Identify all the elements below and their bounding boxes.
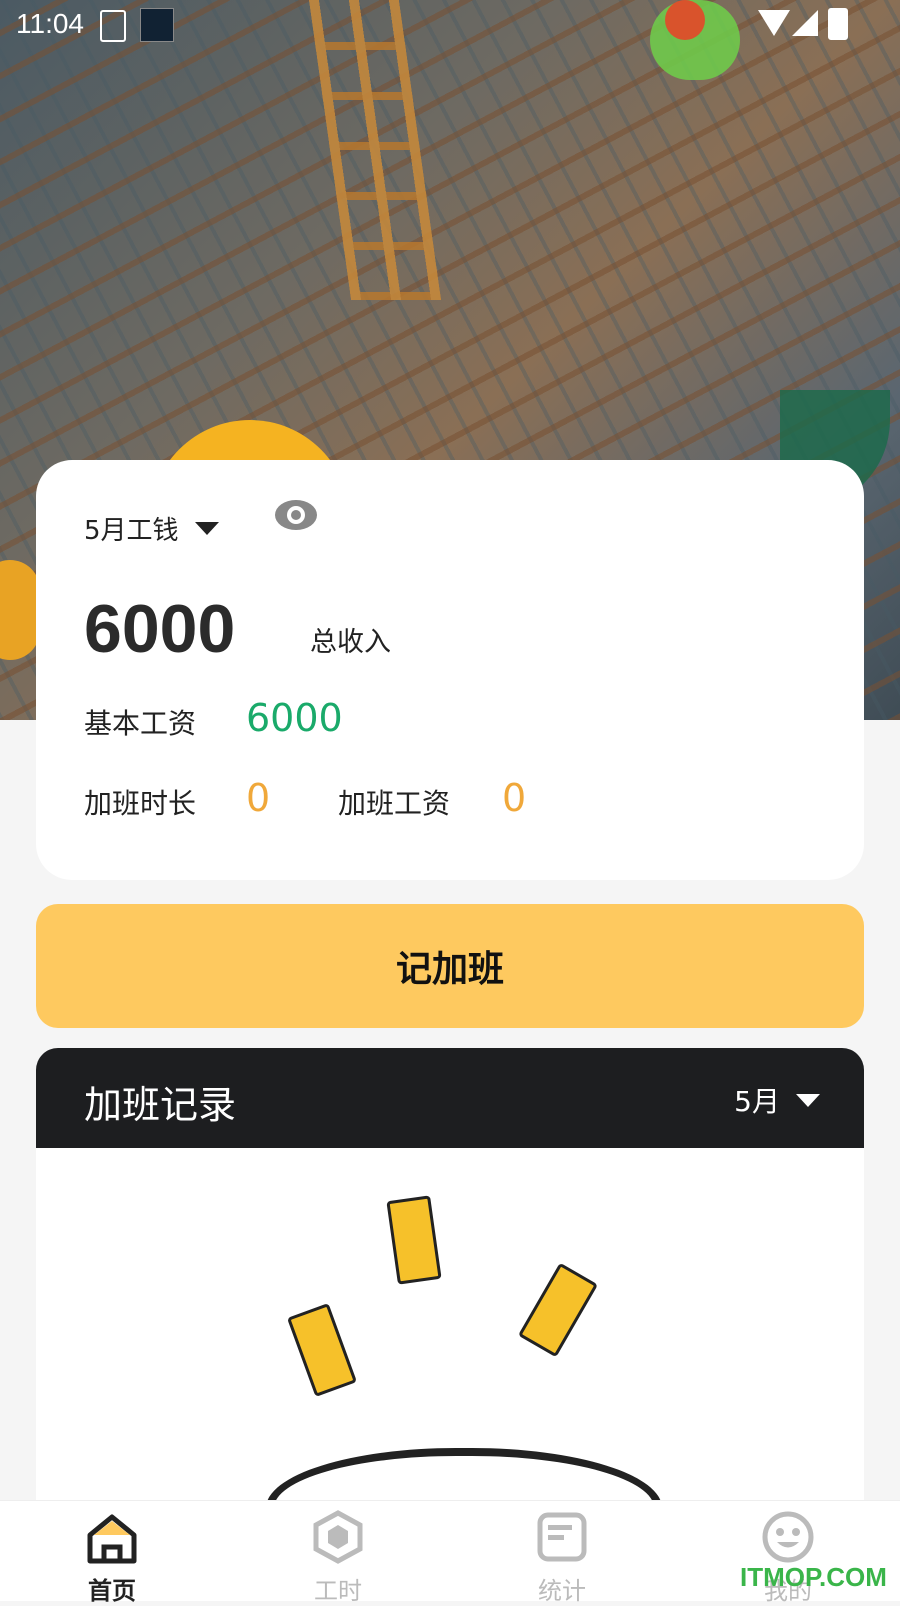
tab-home-label: 首页 [88, 1577, 136, 1605]
home-icon [87, 1514, 137, 1564]
money-note-graphic [386, 1195, 442, 1285]
tab-hours[interactable]: 工时 [278, 1509, 398, 1605]
total-income-amount: 6000 [84, 591, 236, 667]
base-salary-value: 6000 [246, 696, 343, 740]
caret-down-icon [194, 522, 219, 535]
tab-hours-label: 工时 [314, 1577, 362, 1605]
earnings-summary-card: 5月工钱 6000 总收入 基本工资 6000 加班时长 0 加班工资 0 [36, 460, 864, 880]
wifi-icon [758, 10, 790, 36]
battery-icon [828, 8, 848, 40]
caret-down-icon [796, 1093, 820, 1107]
tab-stats[interactable]: 统计 [502, 1509, 622, 1605]
overtime-hours-value: 0 [246, 776, 271, 820]
month-earnings-label: 5月工钱 [84, 516, 179, 546]
overtime-hours-label: 加班时长 [84, 787, 197, 820]
cell-signal-icon [792, 10, 818, 36]
record-overtime-button[interactable]: 记加班 [36, 904, 864, 1028]
status-time: 11:04 [16, 8, 84, 39]
eye-visibility-icon[interactable] [274, 498, 318, 532]
notification-thumbnail-icon [140, 8, 174, 42]
records-month-dropdown[interactable]: 5月 [734, 1080, 820, 1120]
overtime-pay-label: 加班工资 [338, 787, 451, 820]
overtime-pay-value: 0 [502, 776, 527, 820]
money-note-graphic [517, 1262, 599, 1358]
money-note-graphic [286, 1303, 358, 1397]
status-bar: 11:04 [0, 0, 900, 48]
smiley-icon [762, 1511, 814, 1563]
hard-hat-graphic-left [0, 560, 40, 660]
month-earnings-dropdown[interactable]: 5月工钱 [84, 510, 219, 547]
tab-stats-label: 统计 [538, 1577, 586, 1605]
hexagon-icon [313, 1510, 363, 1564]
overtime-records-title: 加班记录 [84, 1083, 237, 1127]
tab-home[interactable]: 首页 [52, 1509, 172, 1605]
records-month-label: 5月 [734, 1085, 780, 1118]
stats-doc-icon [537, 1512, 587, 1562]
overtime-records-header: 加班记录 5月 [36, 1048, 864, 1148]
base-salary-label: 基本工资 [84, 707, 197, 740]
site-watermark: ITMOP.COM [740, 1562, 887, 1592]
bowl-graphic [266, 1448, 662, 1500]
sim-card-icon [100, 10, 126, 42]
empty-records-illustration [36, 1148, 864, 1500]
total-income-label: 总收入 [310, 627, 391, 658]
